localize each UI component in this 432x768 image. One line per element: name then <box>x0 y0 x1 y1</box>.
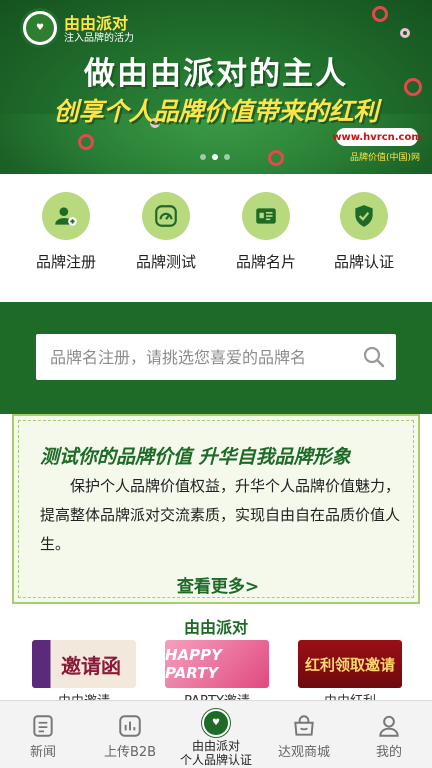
profile-icon <box>379 715 399 737</box>
card-body: 保护个人品牌价值权益，升华个人品牌价值魅力，提高整体品牌派对交流素质，实现自由自… <box>40 477 401 553</box>
feature-label: 品牌名片 <box>235 253 296 271</box>
party-happy-thumbnail[interactable]: HAPPY PARTY <box>165 640 269 688</box>
search-input[interactable] <box>50 347 350 367</box>
search-bar[interactable] <box>36 334 396 380</box>
party-section-title: 由由派对 <box>183 618 248 637</box>
brand-slogan: 注入品牌的活力 <box>64 33 134 44</box>
tab-profile[interactable]: 我的 <box>360 701 418 768</box>
carousel-indicator[interactable] <box>200 154 230 160</box>
carousel-dot[interactable] <box>200 154 206 160</box>
feature-brand-certify[interactable]: 品牌认证 <box>316 192 412 272</box>
shop-icon <box>294 715 314 736</box>
decorative-ring <box>78 134 94 150</box>
search-section <box>0 302 432 414</box>
tab-upload-b2b[interactable]: 上传B2B <box>92 701 168 768</box>
decorative-ring <box>268 150 284 166</box>
site-caption: 品牌价值(中国)网 <box>349 153 420 163</box>
feature-shortcuts: 品牌注册 品牌测试 品牌名片 品牌认证 <box>0 174 432 302</box>
card-title: 测试你的品牌价值 升华自我品牌形象 <box>40 446 351 468</box>
tab-youyou-party[interactable]: ♥ 由由派对 个人品牌认证 <box>166 701 266 768</box>
thumbnail-text: HAPPY PARTY <box>165 646 223 682</box>
user-add-icon <box>42 192 90 240</box>
thumbnail-text: 邀请函 <box>61 653 121 678</box>
search-icon[interactable] <box>362 345 386 369</box>
feature-label: 品牌注册 <box>35 253 96 271</box>
carousel-dot[interactable] <box>224 154 230 160</box>
brand-logo-icon: ♥ <box>202 709 230 737</box>
site-badge: www.hvrcn.com <box>332 128 422 146</box>
tab-label: 上传B2B <box>103 745 157 760</box>
bottom-tab-bar: 新闻 上传B2B ♥ 由由派对 个人品牌认证 达观商城 我的 <box>0 700 432 768</box>
carousel-dot-active[interactable] <box>212 154 218 160</box>
tab-label: 我的 <box>375 745 402 760</box>
party-bonus-thumbnail[interactable]: 红利领取邀请 <box>298 640 402 688</box>
banner-subheadline: 创享个人品牌价值带来的红利 <box>53 97 379 126</box>
news-icon <box>33 715 53 737</box>
tab-label: 由由派对 个人品牌认证 <box>179 739 252 767</box>
tab-shop[interactable]: 达观商城 <box>266 701 342 768</box>
hero-banner[interactable]: ♥ 由由派对 注入品牌的活力 做由由派对的主人 创享个人品牌价值带来的红利 ww… <box>0 0 432 174</box>
thumbnail-text: 红利领取邀请 <box>304 655 395 674</box>
feature-label: 品牌测试 <box>135 253 196 271</box>
feature-brand-test[interactable]: 品牌测试 <box>118 192 214 272</box>
chart-icon <box>119 715 141 737</box>
tab-label: 达观商城 <box>277 745 330 760</box>
brand-logo: ♥ <box>20 8 60 48</box>
banner-headline: 做由由派对的主人 <box>84 56 348 92</box>
feature-brand-register[interactable]: 品牌注册 <box>18 192 114 272</box>
brand-logo-icon: ♥ <box>26 14 54 42</box>
tab-news[interactable]: 新闻 <box>14 701 72 768</box>
view-more-link[interactable]: 查看更多> <box>14 572 422 597</box>
brand-value-card: 测试你的品牌价值 升华自我品牌形象 保护个人品牌价值权益，升华个人品牌价值魅力，… <box>12 414 420 604</box>
feature-brand-card[interactable]: 品牌名片 <box>218 192 314 272</box>
shield-check-icon <box>340 192 388 240</box>
tab-label: 新闻 <box>29 745 56 760</box>
feature-label: 品牌认证 <box>333 253 394 271</box>
id-card-icon <box>242 192 290 240</box>
gauge-icon <box>142 192 190 240</box>
decorative-ring <box>400 28 410 38</box>
party-invite-thumbnail[interactable]: 邀请函 <box>32 640 136 688</box>
decorative-ring <box>372 6 388 22</box>
